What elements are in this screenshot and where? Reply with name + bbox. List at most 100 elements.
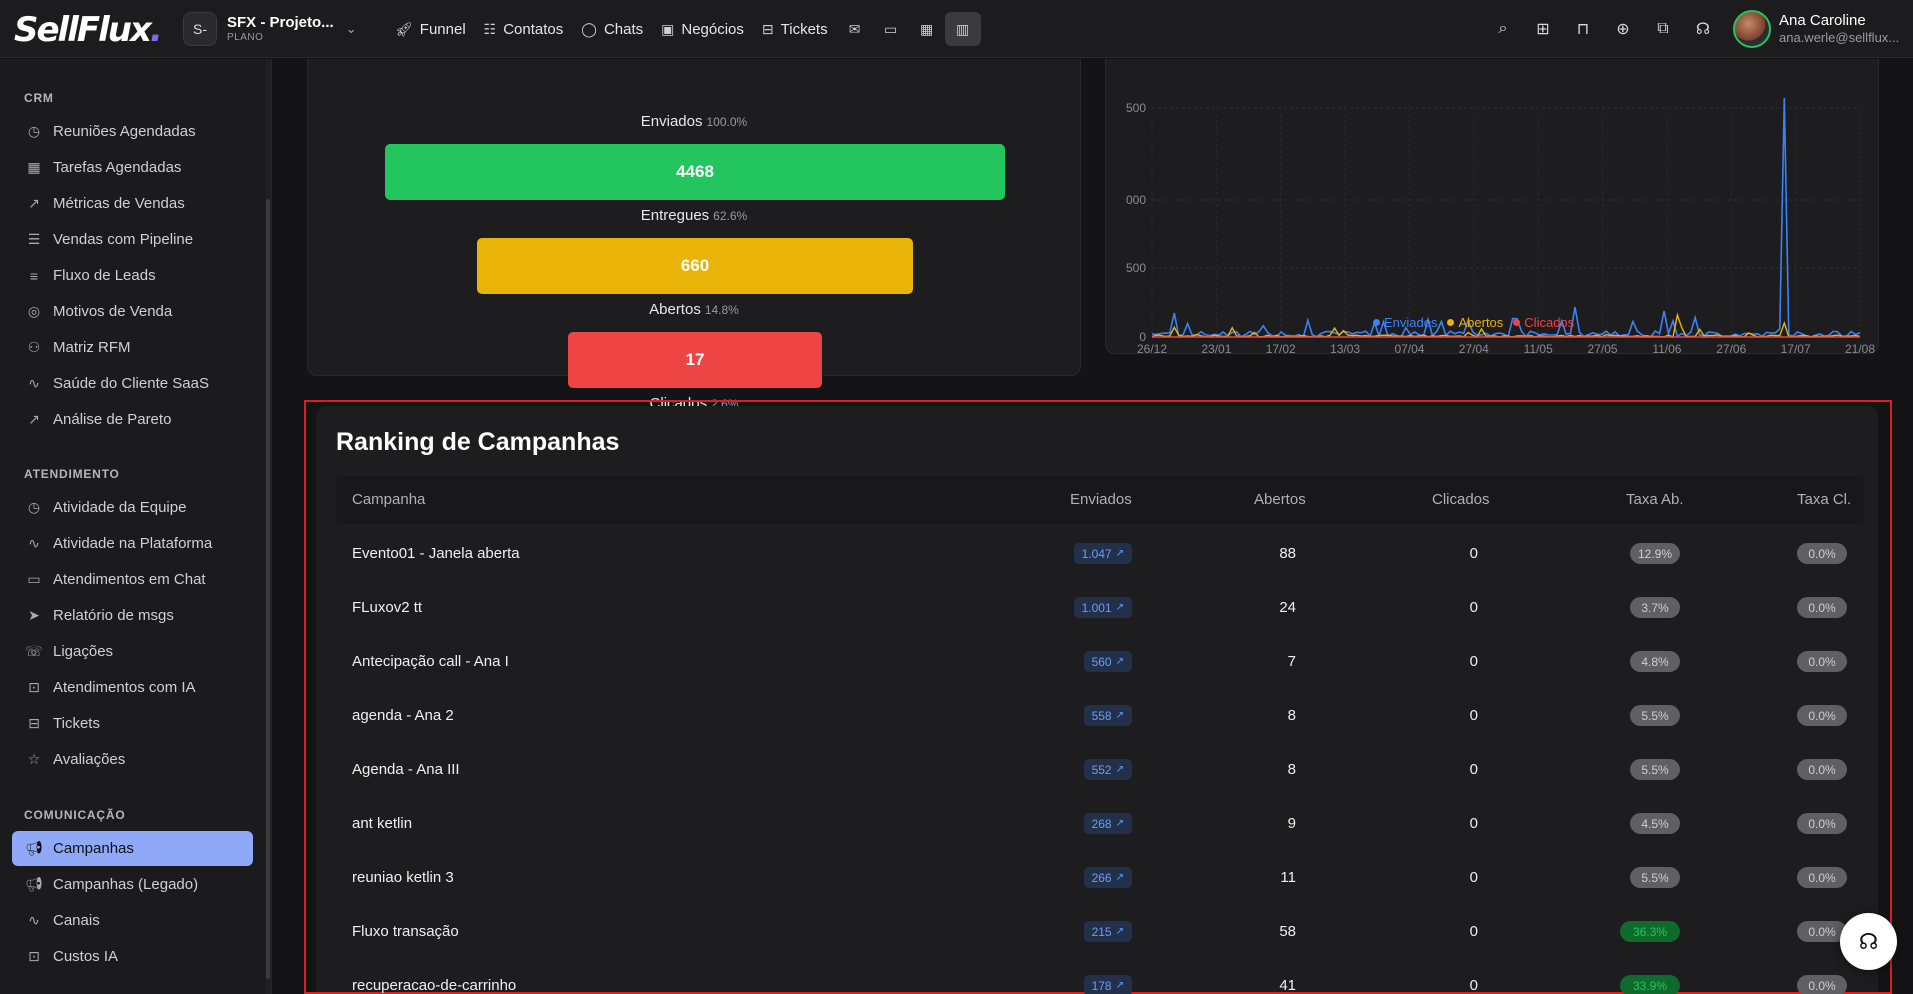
search-button[interactable]: ⌕: [1483, 11, 1523, 47]
enviados-link[interactable]: 266 ↗: [1083, 867, 1132, 888]
sidebar-item-reunioes[interactable]: ◷ Reuniões Agendadas: [12, 114, 253, 149]
col-campanha[interactable]: Campanha: [352, 491, 425, 508]
message-icon: ▭: [883, 20, 898, 37]
external-link-icon: ↗: [1115, 602, 1124, 613]
sidebar-scrollbar-thumb[interactable]: [266, 199, 270, 979]
col-abertos[interactable]: Abertos: [1254, 491, 1306, 508]
avatar: [1733, 10, 1771, 48]
y-tick-label: 500: [1126, 261, 1146, 275]
ticket-icon: ⊟: [28, 715, 40, 731]
main-nav: 🚀︎ Funnel ☷ Contatos ◯ Chats ▣ Negócios ⊟ Tic…: [386, 12, 981, 46]
cell-clicados: 0: [1469, 653, 1478, 670]
table-row[interactable]: recuperacao-de-carrinho 178 ↗ 41 0 33.9% 0.0%: [336, 960, 1864, 994]
sidebar-item-tickets[interactable]: ⊟ Tickets: [12, 706, 253, 741]
legend-item-abertos[interactable]: Abertos: [1447, 315, 1503, 330]
taxa-ab-badge: 36.3%: [1620, 921, 1680, 942]
sidebar-item-atividade-equipe[interactable]: ◷ Atividade da Equipe: [12, 490, 253, 525]
col-enviados[interactable]: Enviados: [1070, 491, 1132, 508]
sidebar-item-pareto[interactable]: ↗ Análise de Pareto: [12, 402, 253, 437]
sidebar-item-metricas[interactable]: ↗ Métricas de Vendas: [12, 186, 253, 221]
funnel-bar-entregues[interactable]: 4468: [385, 144, 1005, 200]
messages-button[interactable]: ▭: [873, 12, 909, 46]
taxa-ab-badge: 33.9%: [1620, 975, 1680, 994]
sidebar-item-fluxo-leads[interactable]: ≡ Fluxo de Leads: [12, 258, 253, 293]
enviados-link[interactable]: 552 ↗: [1083, 759, 1132, 780]
table-row[interactable]: Evento01 - Janela aberta 1.047 ↗ 88 0 12.9% 0.…: [336, 528, 1864, 582]
enviados-link[interactable]: 558 ↗: [1083, 705, 1132, 726]
table-row[interactable]: FLuxov2 tt 1.001 ↗ 24 0 3.7% 0.0%: [336, 582, 1864, 636]
sidebar-item-campanhas-legado[interactable]: 📢︎ Campanhas (Legado): [12, 867, 253, 902]
nav-contatos[interactable]: ☷ Contatos: [475, 12, 573, 46]
calendar-icon: ▦: [919, 20, 934, 37]
sidebar-item-motivos[interactable]: ◎ Motivos de Venda: [12, 294, 253, 329]
table-row[interactable]: reuniao ketlin 3 266 ↗ 11 0 5.5% 0.0%: [336, 852, 1864, 906]
sidebar-item-tarefas[interactable]: ▦ Tarefas Agendadas: [12, 150, 253, 185]
table-row[interactable]: ant ketlin 268 ↗ 9 0 4.5% 0.0%: [336, 798, 1864, 852]
nav-tickets[interactable]: ⊟ Tickets: [753, 12, 837, 46]
user-menu[interactable]: Ana Caroline ana.werle@sellflux...: [1733, 10, 1913, 48]
sidebar-item-campanhas[interactable]: 📢︎ Campanhas: [12, 831, 253, 866]
docs-button[interactable]: ⧉: [1643, 11, 1683, 47]
megaphone-icon: 📢︎: [25, 876, 43, 892]
enviados-link[interactable]: 178 ↗: [1083, 975, 1132, 994]
sellflux-logo[interactable]: SellFlux.: [14, 10, 163, 50]
cell-campanha: FLuxov2 tt: [352, 599, 423, 616]
funnel-bar-abertos[interactable]: 660: [477, 238, 913, 294]
list-icon: ≡: [29, 267, 39, 284]
enviados-link[interactable]: 560 ↗: [1083, 651, 1132, 672]
table-row[interactable]: Antecipação call - Ana I 560 ↗ 7 0 4.8% 0.0%: [336, 636, 1864, 690]
funnel-label-entregues: Entregues 62.6%: [640, 207, 748, 224]
support-chat-button[interactable]: ☊: [1840, 913, 1897, 970]
language-button[interactable]: ⊕: [1603, 11, 1643, 47]
col-clicados[interactable]: Clicados: [1432, 491, 1490, 508]
sidebar-item-canais[interactable]: ∿ Canais: [12, 903, 253, 938]
external-link-icon: ↗: [1115, 764, 1124, 775]
target-icon: ◎: [27, 303, 41, 319]
table-row[interactable]: Fluxo transação 215 ↗ 58 0 36.3% 0.0%: [336, 906, 1864, 960]
sidebar-item-atendimentos-chat[interactable]: ▭ Atendimentos em Chat: [12, 562, 253, 597]
sidebar-item-saude-cliente[interactable]: ∿ Saúde do Cliente SaaS: [12, 366, 253, 401]
enviados-link[interactable]: 1.047 ↗: [1073, 543, 1132, 564]
project-selector[interactable]: S- SFX - Projeto... PLANO ⌄: [183, 12, 357, 46]
col-taxa-ab[interactable]: Taxa Ab.: [1626, 491, 1684, 508]
star-icon: ☆: [27, 751, 41, 767]
globe-icon: ⊕: [1616, 21, 1630, 38]
sidebar: CRM ◷ Reuniões Agendadas ▦ Tarefas Agendad…: [0, 59, 272, 994]
enviados-link[interactable]: 268 ↗: [1083, 813, 1132, 834]
sidebar-item-custos-ia[interactable]: ⊡ Custos IA: [12, 939, 253, 974]
x-tick-label: 13/03: [1330, 342, 1360, 355]
nav-chats[interactable]: ◯ Chats: [572, 12, 652, 46]
calendar-button[interactable]: ▦: [909, 12, 945, 46]
phone-icon: ☏: [25, 643, 43, 659]
sidebar-item-ligacoes[interactable]: ☏ Ligações: [12, 634, 253, 669]
table-row[interactable]: agenda - Ana 2 558 ↗ 8 0 5.5% 0.0%: [336, 690, 1864, 744]
sidebar-item-matriz-rfm[interactable]: ⚇ Matriz RFM: [12, 330, 253, 365]
table-row[interactable]: Agenda - Ana III 552 ↗ 8 0 5.5% 0.0%: [336, 744, 1864, 798]
apps-button[interactable]: ⊞: [1523, 11, 1563, 47]
inbox-button[interactable]: ⊓: [1563, 11, 1603, 47]
support-top-button[interactable]: ☊: [1683, 11, 1723, 47]
sidebar-item-relatorio-msgs[interactable]: ➤ Relatório de msgs: [12, 598, 253, 633]
sidebar-item-atividade-plataforma[interactable]: ∿ Atividade na Plataforma: [12, 526, 253, 561]
sidebar-item-vendas-pipeline[interactable]: ☰ Vendas com Pipeline: [12, 222, 253, 257]
sidebar-item-avaliacoes[interactable]: ☆ Avaliações: [12, 742, 253, 777]
nav-funnel[interactable]: 🚀︎ Funnel: [386, 12, 475, 46]
reports-button[interactable]: ▥: [944, 12, 981, 46]
legend-item-enviados[interactable]: Enviados: [1373, 315, 1437, 330]
chat-icon: ◯: [581, 20, 597, 37]
nav-negocios[interactable]: ▣ Negócios: [652, 12, 753, 46]
cell-campanha: reuniao ketlin 3: [352, 869, 454, 886]
legend-item-clicados[interactable]: Clicados: [1513, 315, 1574, 330]
enviados-link[interactable]: 215 ↗: [1083, 921, 1132, 942]
x-tick-label: 27/05: [1588, 342, 1618, 355]
send-icon: ➤: [28, 607, 40, 623]
taxa-ab-badge: 4.5%: [1630, 813, 1680, 834]
sidebar-item-atendimentos-ia[interactable]: ⊡ Atendimentos com IA: [12, 670, 253, 705]
message-icon: ▭: [27, 571, 41, 587]
taxa-cl-badge: 0.0%: [1797, 813, 1847, 834]
megaphone-icon: 📢︎: [25, 840, 43, 856]
mail-button[interactable]: ✉: [837, 12, 873, 46]
funnel-bar-clicados[interactable]: 17: [568, 332, 822, 388]
enviados-link[interactable]: 1.001 ↗: [1073, 597, 1132, 618]
col-taxa-cl[interactable]: Taxa Cl.: [1797, 491, 1851, 508]
